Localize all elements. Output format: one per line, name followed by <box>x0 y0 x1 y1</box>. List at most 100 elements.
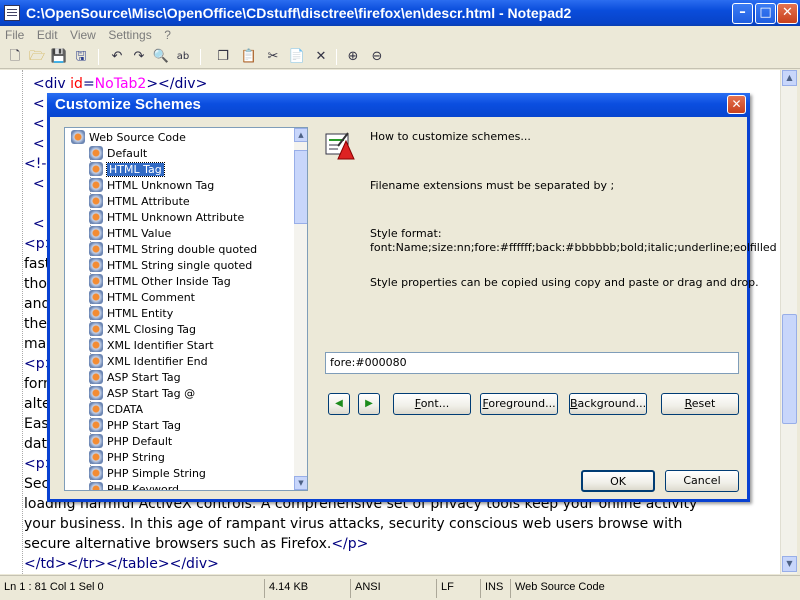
tree-item[interactable]: HTML Comment <box>89 290 195 306</box>
scheme-icon <box>71 130 85 144</box>
code-line[interactable]: <!- <box>24 154 46 174</box>
tree-item-label: HTML Value <box>107 227 172 240</box>
open-folder-icon[interactable]: 🗁 <box>28 48 46 66</box>
code-token: < <box>32 136 45 152</box>
tree-item[interactable]: HTML Other Inside Tag <box>89 274 231 290</box>
tree-scrollbar-thumb[interactable] <box>294 150 307 224</box>
tree-item[interactable]: HTML String double quoted <box>89 242 257 258</box>
tree-root-item[interactable]: Web Source Code <box>71 130 186 146</box>
clear-icon[interactable]: 📄 <box>288 48 306 66</box>
code-line[interactable]: <div id=NoTab2></div> <box>24 74 207 94</box>
menu-settings[interactable]: Settings <box>103 26 155 42</box>
code-line[interactable]: < <box>24 94 45 114</box>
scroll-down-arrow[interactable]: ▼ <box>782 556 797 572</box>
title-bar[interactable]: C:\OpenSource\Misc\OpenOffice\CDstuff\di… <box>0 0 800 26</box>
background-button[interactable]: Background... <box>569 393 647 415</box>
scrollbar-thumb[interactable] <box>782 314 797 424</box>
tree-item[interactable]: ASP Start Tag @ <box>89 386 195 402</box>
tree-item-label: XML Closing Tag <box>107 323 196 336</box>
close-button[interactable]: ✕ <box>777 3 798 24</box>
redo-icon[interactable]: ↷ <box>130 48 148 66</box>
code-line[interactable]: < <box>24 174 45 194</box>
tree-item-label: XML Identifier End <box>107 355 208 368</box>
find-icon[interactable]: 🔍 <box>152 48 170 66</box>
status-encoding[interactable]: ANSI <box>350 579 434 598</box>
style-icon <box>89 162 103 176</box>
zoom-out-icon[interactable]: ⊖ <box>368 48 386 66</box>
style-icon <box>89 178 103 192</box>
tree-scroll-up-arrow[interactable]: ▲ <box>294 128 307 142</box>
tree-item[interactable]: ASP Start Tag <box>89 370 181 386</box>
save-as-icon[interactable]: 🖫 <box>72 48 90 66</box>
dialog-title-bar[interactable]: Customize Schemes ✕ <box>47 93 750 117</box>
zoom-in-icon[interactable]: ⊕ <box>344 48 362 66</box>
code-line[interactable]: ma <box>24 334 46 354</box>
replace-icon[interactable]: ab <box>174 48 192 66</box>
tree-item[interactable]: HTML Unknown Tag <box>89 178 214 194</box>
tree-item[interactable]: PHP Default <box>89 434 172 450</box>
notepad-app-icon[interactable] <box>4 5 20 21</box>
code-line[interactable]: Eas <box>24 414 49 434</box>
code-line[interactable]: < <box>24 134 45 154</box>
cut-icon[interactable]: ✂ <box>264 48 282 66</box>
tree-item[interactable]: XML Closing Tag <box>89 322 196 338</box>
minimize-button[interactable]: – <box>732 3 753 24</box>
code-line[interactable]: </td></tr></table></div> <box>24 554 219 574</box>
style-icon <box>89 226 103 240</box>
tree-item-label: XML Identifier Start <box>107 339 214 352</box>
status-scheme[interactable]: Web Source Code <box>510 579 750 598</box>
maximize-button[interactable]: □ <box>755 3 776 24</box>
previous-style-button[interactable]: ◀ <box>328 393 350 415</box>
tree-item[interactable]: Default <box>89 146 147 162</box>
code-line[interactable]: Sec <box>24 474 49 494</box>
tree-item[interactable]: HTML Value <box>89 226 171 242</box>
new-file-icon[interactable]: 🗋 <box>6 48 24 66</box>
code-line[interactable]: secure alternative browsers such as Fire… <box>24 534 368 554</box>
menu-help[interactable]: ? <box>159 26 175 42</box>
tree-item[interactable]: XML Identifier Start <box>89 338 214 354</box>
tree-item[interactable]: PHP Start Tag <box>89 418 181 434</box>
tree-item[interactable]: HTML Entity <box>89 306 173 322</box>
copy-icon[interactable]: ❐ <box>214 48 232 66</box>
tree-scroll-down-arrow[interactable]: ▼ <box>294 476 307 490</box>
menu-view[interactable]: View <box>65 26 100 42</box>
tree-vertical-scrollbar[interactable]: ▲ ▼ <box>294 128 307 490</box>
undo-icon[interactable]: ↶ <box>108 48 126 66</box>
cancel-button[interactable]: Cancel <box>665 470 739 492</box>
menu-edit[interactable]: Edit <box>32 26 62 42</box>
ok-button[interactable]: OK <box>581 470 655 492</box>
scheme-tree[interactable]: Web Source Code Default HTML Tag HTML Unkn… <box>64 127 308 491</box>
font-button[interactable]: Font... <box>393 393 471 415</box>
editor-vertical-scrollbar[interactable]: ▲ ▼ <box>780 70 797 574</box>
code-line[interactable]: < <box>24 214 45 234</box>
tree-item[interactable]: HTML Unknown Attribute <box>89 210 244 226</box>
tree-item[interactable]: HTML Tag <box>89 162 165 178</box>
delete-icon[interactable]: ✕ <box>312 48 330 66</box>
paste-icon[interactable]: 📋 <box>240 48 258 66</box>
status-file-size: 4.14 KB <box>264 579 348 598</box>
tree-item[interactable]: HTML Attribute <box>89 194 190 210</box>
next-style-button[interactable]: ▶ <box>358 393 380 415</box>
code-line[interactable]: < <box>24 114 45 134</box>
code-line[interactable]: dat <box>24 434 47 454</box>
toolbar: 🗋 🗁 💾 🖫 ↶ ↷ 🔍 ab ❐ 📋 ✂ 📄 ✕ ⊕ ⊖ <box>0 45 800 69</box>
tree-item[interactable]: PHP Simple String <box>89 466 206 482</box>
reset-button[interactable]: Reset <box>661 393 739 415</box>
status-insert-mode: INS <box>480 579 508 598</box>
tree-item[interactable]: PHP Keyword <box>89 482 179 490</box>
status-line-ending[interactable]: LF <box>436 579 478 598</box>
scroll-up-arrow[interactable]: ▲ <box>782 70 797 86</box>
save-icon[interactable]: 💾 <box>50 48 68 66</box>
help-format: font:Name;size:nn;fore:#ffffff;back:#bbb… <box>370 241 777 254</box>
style-input[interactable]: fore:#000080 <box>325 352 739 374</box>
menu-file[interactable]: File <box>0 26 28 42</box>
tree-item[interactable]: XML Identifier End <box>89 354 208 370</box>
foreground-button[interactable]: Foreground... <box>480 393 558 415</box>
code-token: Sec <box>24 476 50 492</box>
code-line[interactable]: your business. In this age of rampant vi… <box>24 514 682 534</box>
tree-item[interactable]: CDATA <box>89 402 143 418</box>
tree-item-label: HTML Unknown Tag <box>107 179 215 192</box>
tree-item[interactable]: PHP String <box>89 450 165 466</box>
dialog-close-button[interactable]: ✕ <box>727 95 746 114</box>
tree-item[interactable]: HTML String single quoted <box>89 258 252 274</box>
